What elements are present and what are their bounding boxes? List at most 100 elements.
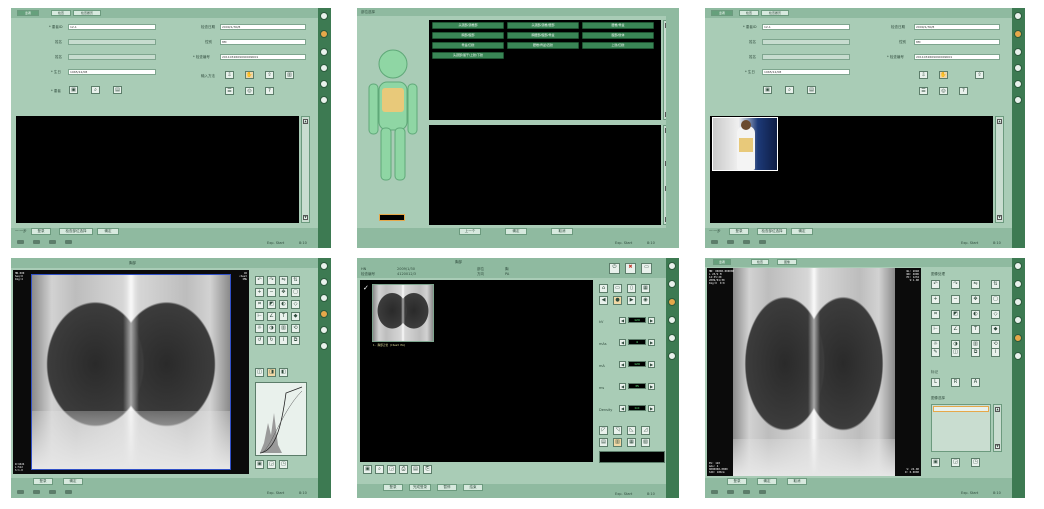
scan-icon[interactable]: ◎: [939, 87, 948, 95]
help-icon[interactable]: ?: [959, 87, 968, 95]
aec-center-icon[interactable]: ●: [613, 296, 622, 305]
tab-exam[interactable]: 检查: [51, 10, 71, 16]
angle-icon[interactable]: ∠: [267, 312, 276, 321]
tab-exam[interactable]: 检查: [739, 10, 759, 16]
register-mode-icon[interactable]: [668, 280, 676, 288]
image-select-scrollbar[interactable]: ▲ ▼: [993, 404, 1002, 452]
power-icon[interactable]: ⏻: [609, 263, 620, 274]
list-icon[interactable]: ☰: [225, 87, 234, 95]
crop-icon[interactable]: ⌗: [931, 310, 940, 319]
ma-value[interactable]: 120: [628, 361, 646, 367]
thumb-tool-3-icon[interactable]: ◲: [387, 465, 396, 474]
kv-value[interactable]: 120: [628, 317, 646, 323]
marker-r-icon[interactable]: R: [951, 378, 960, 387]
info-icon[interactable]: i: [279, 336, 288, 345]
kv-up-icon[interactable]: ▶: [648, 317, 655, 324]
aec-right-icon[interactable]: ▶: [627, 296, 636, 305]
barcode-icon[interactable]: ▥: [285, 71, 294, 79]
flip-vertical-icon[interactable]: ⇅: [291, 276, 300, 285]
copy-icon[interactable]: ⧉: [971, 348, 980, 357]
thumb-tool-2-icon[interactable]: ⌕: [375, 465, 384, 474]
info-icon[interactable]: i: [991, 348, 1000, 357]
image-mode-icon[interactable]: [1014, 316, 1022, 324]
previous-button[interactable]: 上一个: [459, 228, 481, 235]
patient-list-area[interactable]: [16, 116, 299, 223]
end-button[interactable]: 结束: [463, 484, 483, 491]
xray-image[interactable]: HN: 00000-000000 L 23/2 M 12:35:20 2009/…: [707, 268, 921, 476]
ms-value[interactable]: 35: [628, 383, 646, 389]
window-icon[interactable]: ▭: [641, 263, 652, 274]
search-icon[interactable]: ⌕: [91, 86, 100, 94]
marker-text-icon[interactable]: A: [971, 378, 980, 387]
ms-up-icon[interactable]: ▶: [648, 383, 655, 390]
sex-field[interactable]: 8M: [220, 39, 306, 45]
settings-icon[interactable]: [1014, 352, 1022, 360]
ma-up-icon[interactable]: ▶: [648, 361, 655, 368]
sex-field[interactable]: 8M: [914, 39, 1000, 45]
exam-mode-icon[interactable]: [1014, 48, 1022, 56]
text-annotation-icon[interactable]: T: [971, 325, 980, 334]
mask-icon[interactable]: ◩: [267, 300, 276, 309]
density-up-icon[interactable]: ▶: [648, 405, 655, 412]
tab-patient[interactable]: 患者: [711, 10, 733, 16]
film-2-icon[interactable]: ◲: [267, 460, 276, 469]
cancel-button[interactable]: 取消: [551, 228, 573, 235]
tab-exam[interactable]: 检查: [751, 259, 769, 265]
tab-exam-history[interactable]: 检查履历: [73, 10, 101, 16]
trash-icon[interactable]: ▤: [113, 86, 122, 94]
down-arrow-icon[interactable]: ⇩: [919, 71, 928, 79]
menu-lumbar-pelvis-limbs[interactable]: 腰椎/骨盆/四肢: [507, 42, 579, 49]
paint-icon[interactable]: ✎: [931, 348, 940, 357]
cancel-button[interactable]: 取消: [787, 478, 807, 485]
contrast-icon[interactable]: ◑: [267, 324, 276, 333]
table-icon[interactable]: ▭: [613, 284, 622, 293]
tab-patient[interactable]: 患者: [17, 10, 39, 16]
tab-exam-history[interactable]: 检查履历: [761, 10, 789, 16]
mas-value[interactable]: 4: [628, 339, 646, 345]
camera-icon[interactable]: ▣: [69, 86, 78, 94]
collimator-1-icon[interactable]: ◸: [599, 426, 608, 435]
body-part-select-button[interactable]: 检查部位选择: [59, 228, 93, 235]
ok-button[interactable]: 确定: [505, 228, 527, 235]
histogram-icon[interactable]: ▥: [279, 324, 288, 333]
text-annotation-icon[interactable]: T: [279, 312, 288, 321]
menu-upper-limbs[interactable]: 上肢/四肢: [582, 42, 654, 49]
output-mode-icon[interactable]: [1014, 80, 1022, 88]
hand-input-icon[interactable]: ✋: [939, 71, 948, 79]
register-button[interactable]: 登录: [727, 478, 747, 485]
field-2-icon[interactable]: ▥: [613, 438, 622, 447]
film-1-icon[interactable]: ▣: [255, 460, 264, 469]
focus-icon[interactable]: ◉: [641, 296, 650, 305]
name-kana-field[interactable]: [68, 54, 156, 60]
film-2-icon[interactable]: ◲: [951, 458, 960, 467]
crop-icon[interactable]: ⌗: [255, 300, 264, 309]
layers-icon[interactable]: ◫: [951, 348, 960, 357]
exam-number-field[interactable]: 2011032609090009001: [914, 54, 1000, 60]
marker-icon[interactable]: ◆: [291, 312, 300, 321]
output-mode-icon[interactable]: [1014, 334, 1022, 342]
menu-abdomen-limbs[interactable]: 腹部/肢体: [582, 32, 654, 39]
output-mode-icon[interactable]: [320, 326, 328, 334]
zoom-in-icon[interactable]: +: [255, 288, 264, 297]
name-field[interactable]: [68, 39, 156, 45]
register-mode-icon[interactable]: [1014, 280, 1022, 288]
image-mode-icon[interactable]: [668, 316, 676, 324]
prev-step-label[interactable]: 一·一步: [15, 229, 27, 234]
ms-down-icon[interactable]: ◀: [619, 383, 626, 390]
pan-icon[interactable]: ✥: [279, 288, 288, 297]
reset-icon[interactable]: ⟲: [291, 324, 300, 333]
confirm-button[interactable]: 确定: [791, 228, 813, 235]
exam-date-field[interactable]: 2009/1/30/8: [914, 24, 1000, 30]
exam-mode-icon[interactable]: [320, 48, 328, 56]
prev-step-label[interactable]: 一·一步: [709, 229, 721, 234]
register-button[interactable]: 登录: [729, 228, 749, 235]
angle-icon[interactable]: ∠: [951, 325, 960, 334]
exam-mode-icon[interactable]: [1014, 298, 1022, 306]
scroll-down-icon[interactable]: ▼: [995, 444, 1000, 449]
rotate-left-icon[interactable]: ↶: [255, 276, 264, 285]
exam-number-field[interactable]: 2011032609090009001: [220, 54, 306, 60]
thumb-tool-4-icon[interactable]: ⎙: [399, 465, 408, 474]
mask-icon[interactable]: ◩: [951, 310, 960, 319]
settings-icon[interactable]: [1014, 96, 1022, 104]
copy-icon[interactable]: ⧉: [291, 336, 300, 345]
